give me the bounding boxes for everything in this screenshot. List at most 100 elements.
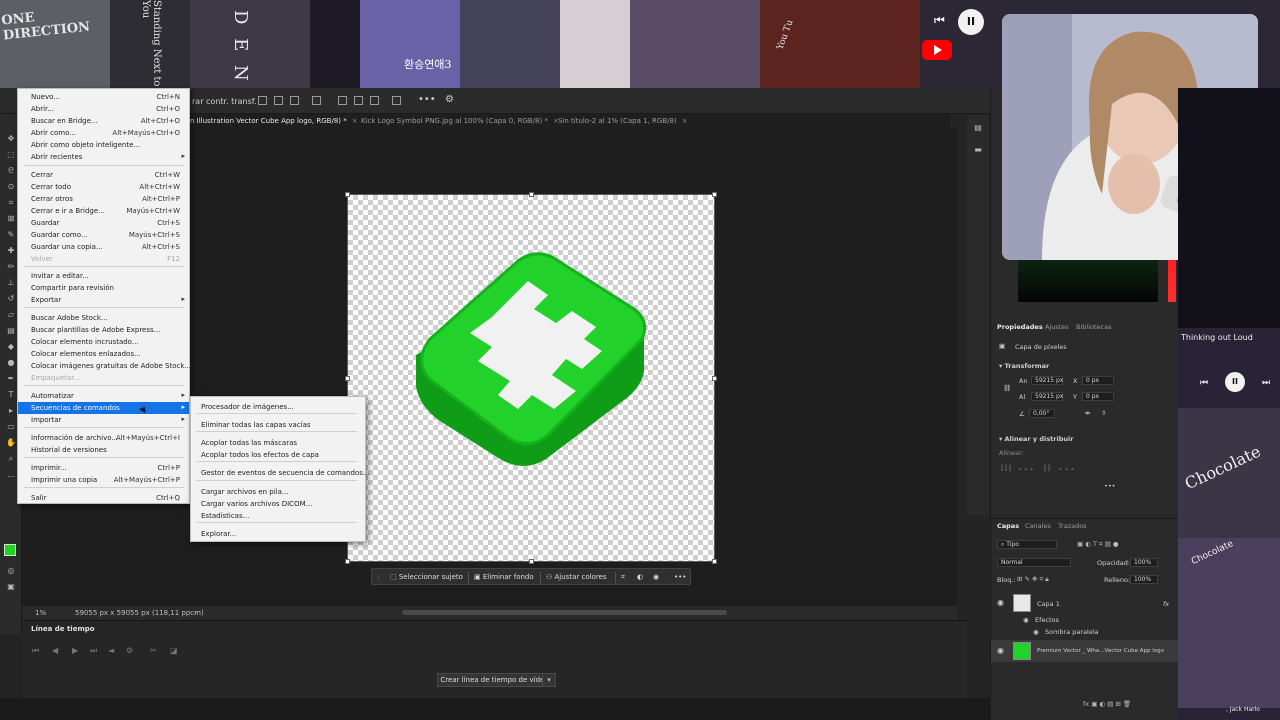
adjust-colors-button[interactable]: ⚇ Ajustar colores — [546, 573, 607, 581]
menu-item[interactable]: Imprimir... Ctrl+P — [18, 462, 189, 474]
stamp-tool-icon[interactable]: ⊥ — [6, 278, 16, 287]
lasso-tool-icon[interactable]: ᘓ — [6, 166, 16, 175]
align-middle-icon[interactable] — [354, 96, 363, 105]
move-tool-icon[interactable]: ✥ — [6, 134, 16, 143]
submenu-item[interactable]: Acoplar todos los efectos de capa — [191, 449, 365, 461]
play-icon[interactable]: ▶ — [72, 646, 78, 655]
pen-tool-icon[interactable]: ✒ — [6, 374, 16, 383]
select-subject-button[interactable]: ⬚ Seleccionar sujeto — [390, 573, 463, 581]
tab-libraries[interactable]: Bibliotecas — [1076, 323, 1111, 331]
menu-item[interactable]: Guardar Ctrl+S — [18, 217, 189, 229]
quick-mask-icon[interactable]: ◎ — [6, 566, 16, 575]
submenu-item[interactable]: Acoplar todas las máscaras — [191, 437, 365, 449]
zoom-level[interactable]: 1% — [35, 609, 46, 617]
distribute-vertical-icon[interactable] — [392, 96, 401, 105]
create-video-timeline-button[interactable]: Crear línea de tiempo de vídeo — [437, 673, 552, 687]
menu-item[interactable]: Guardar como... Mayús+Ctrl+S — [18, 229, 189, 241]
pause-button[interactable]: II — [958, 9, 984, 35]
submenu-item[interactable]: Estadísticas... — [191, 510, 365, 522]
eye-icon[interactable]: ◉ — [997, 646, 1004, 655]
effect-row[interactable]: ◉ Sombra paralela — [991, 626, 1179, 637]
next-frame-icon[interactable]: ⏭ — [90, 646, 97, 656]
menu-item[interactable]: Colocar elemento incrustado... — [18, 336, 189, 348]
audio-icon[interactable]: ◄ — [108, 646, 114, 655]
adjustment-icon[interactable]: ◐ — [637, 573, 643, 581]
eye-icon[interactable]: ◉ — [1033, 628, 1039, 636]
menu-item[interactable]: Nuevo... Ctrl+N — [18, 91, 189, 103]
transform-handle[interactable] — [529, 559, 534, 564]
zoom-tool-icon[interactable]: ⌕ — [6, 454, 16, 463]
marquee-tool-icon[interactable]: ⬚ — [6, 150, 16, 159]
foreground-color-swatch[interactable] — [4, 544, 16, 556]
next-track-icon[interactable]: ⏭ — [1262, 378, 1270, 388]
menu-item[interactable]: Automatizar ▸ — [18, 390, 189, 402]
brush-tool-icon[interactable]: ✏ — [6, 262, 16, 271]
eye-icon[interactable]: ◉ — [997, 598, 1004, 607]
menu-item[interactable]: Cerrar Ctrl+W — [18, 169, 189, 181]
menu-item[interactable]: Compartir para revisión — [18, 282, 189, 294]
menu-item[interactable]: Cerrar e ir a Bridge... Mayús+Ctrl+W — [18, 205, 189, 217]
color-picker-field[interactable] — [1018, 260, 1158, 302]
eye-icon[interactable]: ◉ — [1023, 616, 1029, 624]
previous-frame-icon[interactable]: ◀ — [52, 646, 58, 655]
shape-tool-icon[interactable]: ▭ — [6, 422, 16, 431]
blur-tool-icon[interactable]: ◆ — [6, 342, 16, 351]
tab-layers[interactable]: Capas — [997, 522, 1019, 530]
layer-actions[interactable]: fx ▣ ◐ ▤ ⊞ 🗑︎ — [1083, 700, 1131, 708]
submenu-item[interactable]: Cargar archivos en pila... — [191, 486, 365, 498]
menu-item[interactable]: Imprimir una copia Alt+Mayús+Ctrl+P — [18, 474, 189, 486]
flip-horizontal-icon[interactable]: ⇹ — [1085, 409, 1090, 417]
align-section-title[interactable]: ▾ Alinear y distribuir — [999, 435, 1073, 443]
align-top-icon[interactable] — [338, 96, 347, 105]
submenu-item[interactable]: Eliminar todas las capas vacías — [191, 419, 365, 431]
tab-channels[interactable]: Canales — [1025, 522, 1051, 530]
chevron-right-icon[interactable]: › — [194, 609, 197, 617]
tab-document-1[interactable]: n Illustration Vector Cube App logo, RGB… — [190, 117, 358, 125]
tab-adjustments[interactable]: Ajustes — [1045, 323, 1069, 331]
transform-handle[interactable] — [345, 192, 350, 197]
transform-handle[interactable] — [712, 192, 717, 197]
align-buttons[interactable]: ⫿ ⫿ ⫿ ⫠ ⫠ ⫠ ⫿ ⫿ ⫠ ⫠ ⫠ — [1001, 464, 1074, 473]
tab-properties[interactable]: Propiedades — [997, 323, 1043, 331]
menu-item[interactable]: Colocar imágenes gratuitas de Adobe Stoc… — [18, 360, 191, 372]
menu-item[interactable]: Colocar elementos enlazados... — [18, 348, 189, 360]
submenu-item[interactable]: Procesador de imágenes... — [191, 401, 365, 413]
layer-row[interactable]: ◉ Capa 1 fx — [991, 592, 1179, 614]
transform-handle[interactable] — [345, 376, 350, 381]
crop-tool-icon[interactable]: ⌗ — [6, 198, 16, 207]
screen-mode-icon[interactable]: ▣ — [6, 582, 16, 591]
more-options-icon[interactable]: ••• — [674, 573, 686, 581]
close-icon[interactable]: × — [682, 117, 688, 125]
x-field[interactable]: 0 px — [1082, 376, 1114, 385]
remove-background-button[interactable]: ▣ Eliminar fondo — [474, 573, 534, 581]
chevron-down-icon[interactable]: ▾ — [542, 673, 556, 687]
split-icon[interactable]: ✂ — [150, 646, 157, 655]
comments-panel-icon[interactable]: ▬ — [973, 145, 983, 154]
menu-item[interactable]: Buscar en Bridge... Alt+Ctrl+O — [18, 115, 189, 127]
align-bottom-icon[interactable] — [370, 96, 379, 105]
align-center-icon[interactable] — [274, 96, 283, 105]
path-select-tool-icon[interactable]: ▸ — [6, 406, 16, 415]
lock-icons[interactable]: ⊞ ✎ ✥ ⌗ 🔒︎ — [1017, 575, 1049, 584]
transition-icon[interactable]: ◪ — [170, 646, 178, 655]
more-options-icon[interactable]: ••• — [418, 94, 436, 105]
transform-controls-label[interactable]: rar contr. transf. — [192, 97, 257, 106]
menu-item[interactable]: Historial de versiones — [18, 444, 189, 456]
link-icon[interactable]: ⛓ — [1003, 384, 1011, 392]
menu-item[interactable]: Buscar Adobe Stock... — [18, 312, 189, 324]
history-brush-icon[interactable]: ↺ — [6, 294, 16, 303]
hue-slider[interactable] — [1168, 260, 1176, 302]
more-tools-icon[interactable]: … — [6, 470, 16, 479]
menu-item[interactable]: Abrir recientes ▸ — [18, 151, 189, 163]
transform-handle[interactable] — [529, 192, 534, 197]
align-right-icon[interactable] — [290, 96, 299, 105]
tab-document-2[interactable]: Kick Logo Symbol PNG.jpg al 100% (Capa 0… — [361, 117, 559, 125]
pause-button[interactable]: II — [1225, 372, 1245, 392]
layer-filter-select[interactable]: ⌕ Tipo — [997, 540, 1057, 549]
tab-paths[interactable]: Trazados — [1058, 522, 1087, 530]
gradient-tool-icon[interactable]: ▤ — [6, 326, 16, 335]
align-left-icon[interactable] — [258, 96, 267, 105]
submenu-item[interactable]: Explorar... — [191, 528, 365, 540]
eraser-tool-icon[interactable]: ▱ — [6, 310, 16, 319]
close-icon[interactable]: × — [352, 117, 358, 125]
